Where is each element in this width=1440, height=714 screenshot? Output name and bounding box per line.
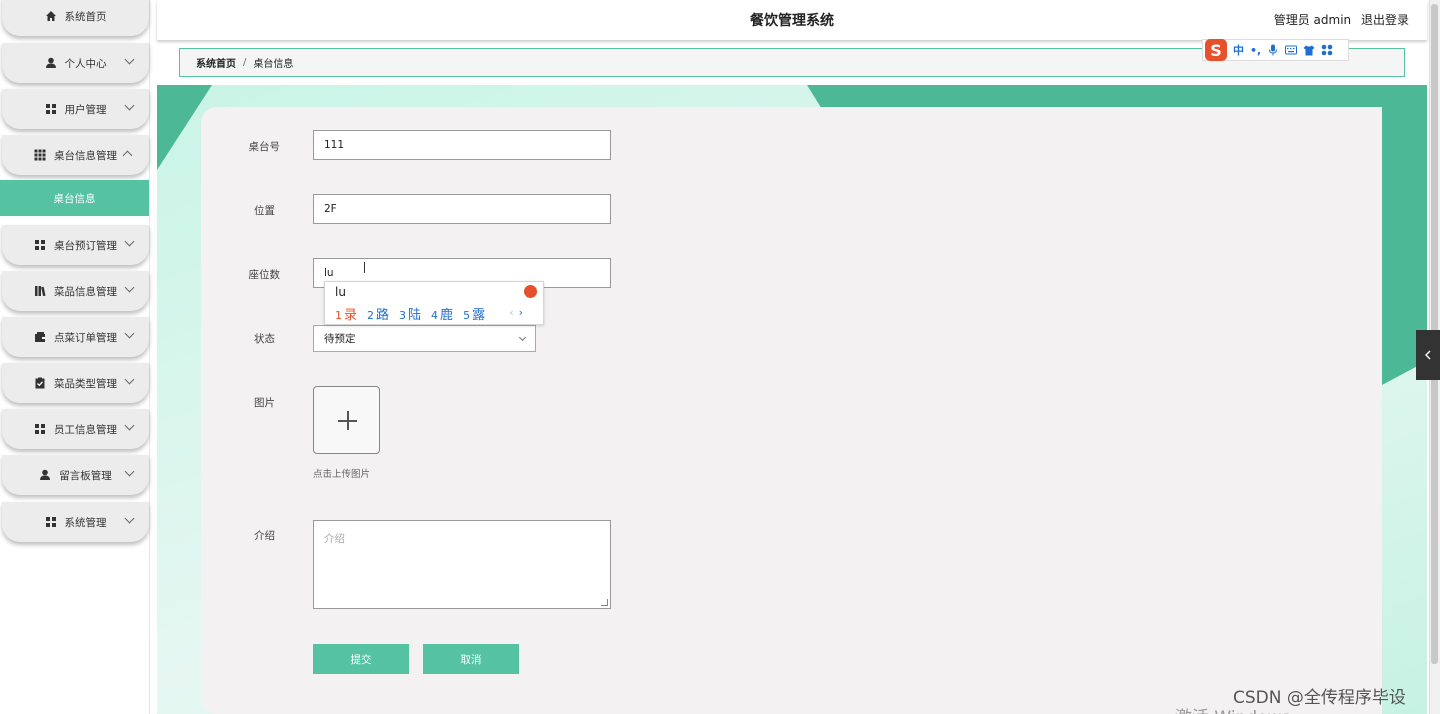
chevron-down-icon bbox=[124, 420, 135, 431]
user-label: 管理员 admin bbox=[1273, 13, 1352, 27]
chevron-down-icon bbox=[124, 466, 135, 477]
location-input[interactable]: 2F bbox=[313, 194, 611, 224]
sidebar-item-label: 个人中心 bbox=[64, 57, 107, 70]
sidebar-item-staff[interactable]: 员工信息管理 bbox=[2, 409, 149, 449]
sidebar-item-orders[interactable]: 点菜订单管理 bbox=[2, 317, 149, 357]
sidebar-item-dishes[interactable]: 菜品信息管理 bbox=[2, 271, 149, 311]
chevron-down-icon bbox=[124, 282, 135, 293]
grid9-icon bbox=[34, 149, 46, 161]
ime-pager: ‹ › bbox=[509, 306, 523, 319]
sidebar-item-home[interactable]: 系统首页 bbox=[2, 0, 149, 36]
sidebar-item-label: 员工信息管理 bbox=[54, 423, 117, 436]
breadcrumb-home[interactable]: 系统首页 bbox=[196, 55, 236, 70]
side-panel-toggle[interactable] bbox=[1416, 330, 1440, 380]
intro-label: 介绍 bbox=[254, 530, 275, 542]
ime-pinyin: lu bbox=[335, 285, 346, 299]
image-upload-button[interactable] bbox=[313, 386, 380, 454]
sidebar-subitem-label: 桌台信息 bbox=[53, 192, 96, 205]
grid-icon bbox=[45, 516, 57, 528]
ime-candidates: 1录 2路 3陆 4鹿 5露 bbox=[335, 304, 485, 323]
sidebar-item-personal[interactable]: 个人中心 bbox=[2, 43, 149, 83]
seats-label: 座位数 bbox=[248, 269, 281, 281]
sidebar-item-label: 留言板管理 bbox=[59, 469, 112, 482]
ime-punct-toggle[interactable]: •, bbox=[1250, 44, 1261, 57]
chevron-down-icon bbox=[124, 328, 135, 339]
ime-candidate[interactable]: 4鹿 bbox=[431, 304, 453, 323]
upload-hint: 点击上传图片 bbox=[313, 469, 371, 480]
skin-icon[interactable] bbox=[1303, 44, 1315, 56]
app-title: 餐饮管理系统 bbox=[750, 13, 834, 29]
table-no-label: 桌台号 bbox=[248, 141, 281, 153]
sidebar-item-label: 系统首页 bbox=[64, 10, 107, 23]
sidebar-item-label: 菜品类型管理 bbox=[54, 377, 117, 390]
status-select-value: 待预定 bbox=[324, 333, 356, 345]
ime-emoji-icon[interactable] bbox=[524, 285, 537, 298]
sidebar-item-dish-types[interactable]: 菜品类型管理 bbox=[2, 363, 149, 403]
plus-icon bbox=[347, 411, 349, 430]
image-label: 图片 bbox=[254, 397, 275, 409]
home-icon bbox=[45, 10, 57, 22]
clipboard-icon bbox=[34, 377, 46, 389]
cancel-button[interactable]: 取消 bbox=[423, 644, 519, 674]
sidebar-item-users[interactable]: 用户管理 bbox=[2, 89, 149, 129]
ime-candidate[interactable]: 5露 bbox=[463, 304, 485, 323]
text-cursor-icon bbox=[364, 262, 365, 273]
grid-icon bbox=[34, 423, 46, 435]
location-label: 位置 bbox=[254, 205, 275, 217]
resize-grip-icon[interactable] bbox=[601, 599, 608, 606]
ime-toolbar: S 中 •, bbox=[1202, 39, 1349, 61]
status-select[interactable]: 待预定 bbox=[313, 325, 536, 352]
breadcrumb-current: 桌台信息 bbox=[253, 59, 294, 70]
sidebar-item-label: 菜品信息管理 bbox=[54, 285, 117, 298]
status-label: 状态 bbox=[254, 333, 275, 345]
sidebar-item-label: 用户管理 bbox=[64, 103, 107, 116]
sidebar-item-reservations[interactable]: 桌台预订管理 bbox=[2, 225, 149, 265]
wallet-icon bbox=[34, 331, 46, 343]
sidebar-item-system[interactable]: 系统管理 bbox=[2, 502, 149, 542]
user-area: 管理员 admin 退出登录 bbox=[1268, 11, 1409, 28]
grid-icon bbox=[45, 103, 57, 115]
sidebar-item-label: 系统管理 bbox=[64, 516, 107, 529]
intro-placeholder: 介绍 bbox=[324, 533, 345, 545]
breadcrumb-separator: / bbox=[243, 57, 247, 68]
chevron-down-icon bbox=[124, 100, 135, 111]
sidebar: 系统首页 个人中心 用户管理 桌台信息管理 桌台信息 桌台预订管理 菜品信息管理… bbox=[0, 0, 150, 714]
books-icon bbox=[34, 285, 46, 297]
ime-candidate-popup: lu 1录 2路 3陆 4鹿 5露 ‹ › bbox=[324, 281, 544, 325]
sogou-logo-icon[interactable]: S bbox=[1205, 39, 1227, 61]
chevron-down-icon bbox=[124, 513, 135, 524]
ime-candidate[interactable]: 1录 bbox=[335, 304, 357, 323]
logout-link[interactable]: 退出登录 bbox=[1361, 13, 1409, 27]
microphone-icon[interactable] bbox=[1267, 44, 1279, 56]
csdn-watermark: CSDN @全传程序毕设 bbox=[1233, 688, 1406, 708]
grid-icon bbox=[34, 239, 46, 251]
chevron-down-icon bbox=[518, 333, 527, 342]
top-bar: 餐饮管理系统 管理员 admin 退出登录 bbox=[157, 0, 1427, 40]
sidebar-item-messages[interactable]: 留言板管理 bbox=[2, 455, 149, 495]
table-no-input[interactable]: 111 bbox=[313, 130, 611, 160]
sidebar-item-label: 桌台信息管理 bbox=[54, 149, 117, 162]
chevron-up-icon bbox=[122, 150, 133, 161]
user-icon bbox=[45, 57, 57, 69]
toolbox-icon[interactable] bbox=[1321, 44, 1333, 56]
ime-mode-toggle[interactable]: 中 bbox=[1233, 42, 1244, 58]
user-icon bbox=[39, 469, 51, 481]
sidebar-item-label: 桌台预订管理 bbox=[54, 239, 117, 252]
intro-textarea[interactable]: 介绍 bbox=[313, 520, 611, 609]
sidebar-subitem-table-info[interactable]: 桌台信息 bbox=[0, 180, 149, 216]
chevron-down-icon bbox=[124, 54, 135, 65]
sidebar-item-table-info[interactable]: 桌台信息管理 bbox=[2, 135, 149, 175]
ime-candidate[interactable]: 3陆 bbox=[399, 304, 421, 323]
chevron-down-icon bbox=[124, 236, 135, 247]
chevron-down-icon bbox=[124, 374, 135, 385]
sidebar-item-label: 点菜订单管理 bbox=[54, 331, 117, 344]
submit-button[interactable]: 提交 bbox=[313, 644, 409, 674]
keyboard-icon[interactable] bbox=[1285, 44, 1298, 56]
ime-candidate[interactable]: 2路 bbox=[367, 304, 389, 323]
chevron-left-icon bbox=[1425, 350, 1431, 360]
ime-prev-page[interactable]: ‹ bbox=[509, 306, 513, 319]
ime-next-page[interactable]: › bbox=[519, 306, 523, 319]
